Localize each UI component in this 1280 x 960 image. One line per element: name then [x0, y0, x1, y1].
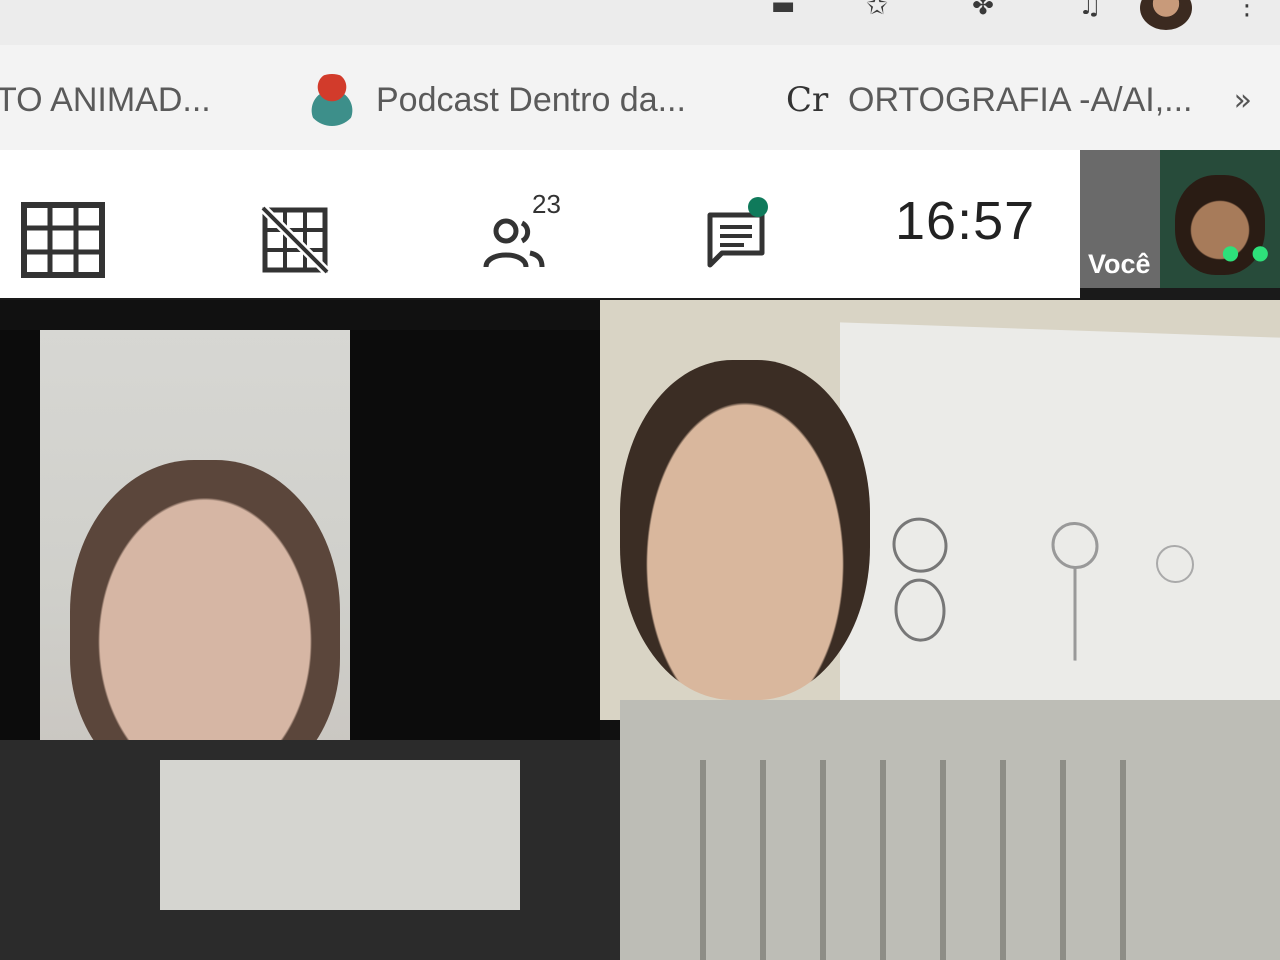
self-label: Você	[1088, 249, 1151, 279]
grid-off-icon	[259, 204, 331, 276]
participant-tile[interactable]	[0, 330, 600, 780]
participant-tile[interactable]	[620, 700, 1280, 960]
participant-face	[70, 460, 340, 780]
browser-top-bar: ▬ ✩ ✤ ♫ ⋮	[0, 0, 1280, 45]
profile-avatar[interactable]	[1140, 0, 1192, 30]
grid-icon	[21, 202, 105, 278]
browser-menu-icon[interactable]: ⋮	[1232, 0, 1262, 20]
unread-indicator-icon	[748, 197, 768, 217]
participant-tile[interactable]	[600, 300, 1280, 720]
participant-video	[700, 760, 1180, 960]
meeting-clock: 16:57	[895, 191, 1036, 251]
bookmark-star-icon[interactable]: ✩	[862, 0, 892, 20]
chat-button[interactable]	[702, 195, 782, 285]
bookmark-label: TO ANIMAD...	[0, 80, 211, 119]
participants-count: 23	[532, 189, 561, 219]
extension-icon[interactable]: ▬	[768, 0, 798, 20]
bookmark-item[interactable]: TO ANIMAD...	[0, 75, 211, 125]
drawing-paper	[840, 322, 1280, 718]
bookmark-item[interactable]: Cr ORTOGRAFIA -A/AI,...	[786, 75, 1192, 125]
bookmark-item[interactable]: Podcast Dentro da...	[306, 74, 686, 126]
grid-view-button[interactable]	[18, 195, 108, 285]
participant-face	[620, 360, 870, 700]
audio-level-icon: ● ●	[1221, 240, 1272, 264]
grid-off-button[interactable]	[255, 195, 335, 285]
participant-tile[interactable]	[0, 740, 620, 960]
bookmark-label: Podcast Dentro da...	[376, 80, 686, 119]
chat-icon	[707, 212, 765, 268]
podcast-book-icon	[306, 74, 358, 126]
media-control-icon[interactable]: ♫	[1075, 0, 1105, 20]
participants-button[interactable]: 23	[480, 189, 590, 285]
drawing-sketch-icon	[892, 517, 1194, 661]
bookmarks-bar: TO ANIMAD... Podcast Dentro da... Cr ORT…	[0, 45, 1280, 155]
self-preview-tile[interactable]: Você ● ●	[1080, 150, 1280, 288]
extensions-puzzle-icon[interactable]: ✤	[968, 0, 998, 20]
participant-video	[160, 760, 520, 910]
cr-icon: Cr	[786, 80, 829, 120]
video-grid	[0, 300, 1280, 960]
bookmark-label: ORTOGRAFIA -A/AI,...	[848, 80, 1193, 119]
bookmarks-overflow-button[interactable]: »	[1234, 83, 1252, 118]
